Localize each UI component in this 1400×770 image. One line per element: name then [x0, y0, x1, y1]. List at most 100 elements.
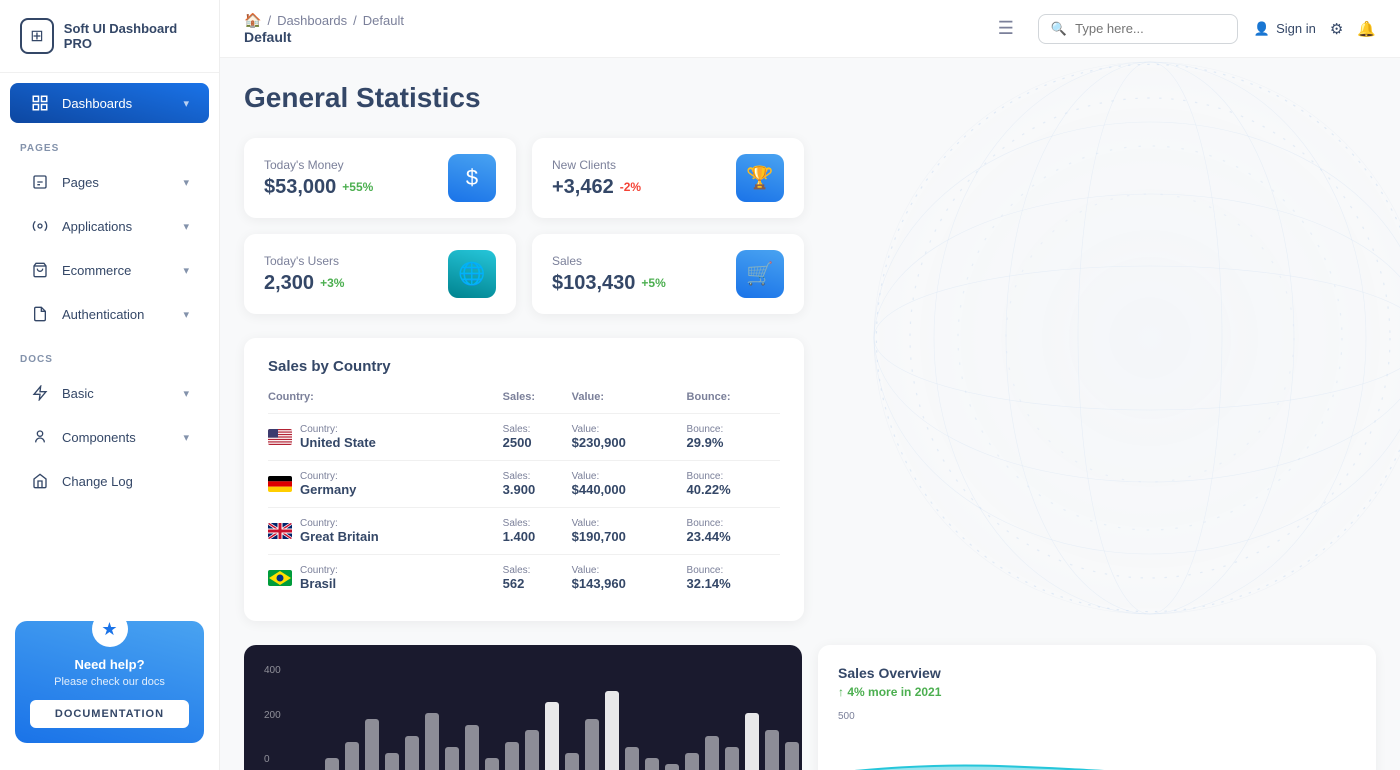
- sidebar-item-applications[interactable]: Applications ▾: [10, 206, 209, 246]
- docs-section-label: DOCS: [0, 336, 219, 371]
- stat-icon-money: $: [448, 154, 496, 202]
- chevron-down-icon: ▾: [183, 97, 189, 110]
- sidebar-item-changelog[interactable]: Change Log: [10, 461, 209, 501]
- search-icon: 🔍: [1051, 21, 1067, 37]
- sidebar-item-label-basic: Basic: [62, 386, 94, 401]
- sidebar-item-label-changelog: Change Log: [62, 474, 133, 489]
- sales-line-chart: [244, 751, 1376, 770]
- bounce-cell-de: Bounce: 40.22%: [687, 461, 780, 508]
- country-table-header: Country: Sales: Value: Bounce:: [268, 391, 780, 414]
- help-subtitle: Please check our docs: [30, 676, 189, 688]
- applications-icon: [30, 216, 50, 236]
- stat-change-sales: +5%: [641, 276, 665, 290]
- topbar-actions: 👤 Sign in ⚙ 🔔: [1254, 20, 1376, 38]
- sidebar-item-label-dashboards: Dashboards: [62, 96, 132, 111]
- sidebar-item-basic[interactable]: Basic ▾: [10, 373, 209, 413]
- stat-card-sales: Sales $103,430 +5% 🛒: [532, 234, 804, 314]
- col-bounce: Bounce:: [687, 391, 780, 414]
- dashboards-icon: [30, 93, 50, 113]
- sales-cell-us: Sales: 2500: [503, 414, 572, 461]
- stat-label-clients: New Clients: [552, 158, 641, 172]
- stat-card-clients: New Clients +3,462 -2% 🏆: [532, 138, 804, 218]
- stat-icon-clients: 🏆: [736, 154, 784, 202]
- stat-card-money: Today's Money $53,000 +55% $: [244, 138, 516, 218]
- stat-value-clients: +3,462 -2%: [552, 176, 641, 199]
- page-title: Default: [244, 29, 404, 45]
- main-area: 🏠 / Dashboards / Default Default ☰ 🔍 👤 S…: [220, 0, 1400, 770]
- hamburger-icon[interactable]: ☰: [998, 18, 1014, 39]
- chevron-down-icon-comp: ▾: [183, 431, 189, 444]
- col-value: Value:: [572, 391, 687, 414]
- sales-by-country-card: Sales by Country Country: Sales: Value: …: [244, 338, 804, 621]
- sidebar-item-pages[interactable]: Pages ▾: [10, 162, 209, 202]
- col-sales: Sales:: [503, 391, 572, 414]
- help-title: Need help?: [30, 657, 189, 672]
- breadcrumb-dashboards[interactable]: Dashboards: [277, 13, 347, 28]
- general-statistics-heading: General Statistics: [244, 82, 1376, 114]
- sidebar-item-authentication[interactable]: Authentication ▾: [10, 294, 209, 334]
- country-cell-br: Country:Brasil: [268, 555, 503, 602]
- sidebar-item-label-auth: Authentication: [62, 307, 144, 322]
- sidebar-item-components[interactable]: Components ▾: [10, 417, 209, 457]
- notifications-icon[interactable]: 🔔: [1357, 20, 1376, 38]
- country-cell-gb: Country:Great Britain: [268, 508, 503, 555]
- content-area: /* dots added via circle elements */ Gen…: [220, 58, 1400, 770]
- content-inner: General Statistics Today's Money $53,000…: [244, 82, 1376, 770]
- logo-icon: ⊞: [20, 18, 54, 54]
- chevron-down-icon-basic: ▾: [183, 387, 189, 400]
- documentation-button[interactable]: DOCUMENTATION: [30, 700, 189, 728]
- user-icon: 👤: [1254, 21, 1270, 37]
- sidebar-item-label-components: Components: [62, 430, 136, 445]
- breadcrumb: 🏠 / Dashboards / Default: [244, 12, 404, 29]
- breadcrumb-sep1: /: [267, 13, 271, 28]
- chevron-down-icon-auth: ▾: [183, 308, 189, 321]
- sales-overview-title: Sales Overview: [838, 665, 1356, 681]
- sales-cell-de: Sales: 3.900: [503, 461, 572, 508]
- sidebar-item-label-applications: Applications: [62, 219, 132, 234]
- sidebar-item-label-pages: Pages: [62, 175, 99, 190]
- sales-overview-card: Sales Overview ↑ 4% more in 2021 500 400: [818, 645, 1376, 770]
- search-box: 🔍: [1038, 14, 1238, 44]
- table-row: Country:Germany Sales: 3.900 Value: $440…: [268, 461, 780, 508]
- sales-cell-br: Sales: 562: [503, 555, 572, 602]
- breadcrumb-section: 🏠 / Dashboards / Default Default: [244, 12, 404, 45]
- search-input[interactable]: [1075, 21, 1215, 36]
- country-label-br: Country:Brasil: [300, 565, 338, 591]
- components-icon: [30, 427, 50, 447]
- sales-cell-gb: Sales: 1.400: [503, 508, 572, 555]
- app-name: Soft UI Dashboard PRO: [64, 21, 199, 51]
- value-cell-gb: Value: $190,700: [572, 508, 687, 555]
- country-table: Country: Sales: Value: Bounce:: [268, 391, 780, 601]
- sidebar-item-label-ecommerce: Ecommerce: [62, 263, 131, 278]
- stat-label-money: Today's Money: [264, 158, 373, 172]
- changelog-icon: [30, 471, 50, 491]
- help-star-icon: ★: [92, 611, 128, 647]
- stat-label-users: Today's Users: [264, 254, 344, 268]
- ecommerce-icon: [30, 260, 50, 280]
- bottom-charts: 400 200 0 Sales Overview ↑ 4% more in 20…: [244, 645, 1376, 770]
- home-icon: 🏠: [244, 12, 261, 29]
- sidebar-item-ecommerce[interactable]: Ecommerce ▾: [10, 250, 209, 290]
- help-card: ★ Need help? Please check our docs DOCUM…: [15, 621, 204, 743]
- stat-card-users: Today's Users 2,300 +3% 🌐: [244, 234, 516, 314]
- table-row: Country:Great Britain Sales: 1.400 Value…: [268, 508, 780, 555]
- signin-button[interactable]: 👤 Sign in: [1254, 21, 1316, 37]
- stat-icon-users: 🌐: [448, 250, 496, 298]
- country-cell-de: Country:Germany: [268, 461, 503, 508]
- pages-icon: [30, 172, 50, 192]
- pages-section-label: PAGES: [0, 125, 219, 160]
- sidebar-logo: ⊞ Soft UI Dashboard PRO: [0, 0, 219, 73]
- sales-country-title: Sales by Country: [268, 358, 780, 375]
- authentication-icon: [30, 304, 50, 324]
- bounce-cell-br: Bounce: 32.14%: [687, 555, 780, 602]
- country-label-gb: Country:Great Britain: [300, 518, 379, 544]
- stat-change-users: +3%: [320, 276, 344, 290]
- stat-value-sales: $103,430 +5%: [552, 272, 666, 295]
- bounce-cell-gb: Bounce: 23.44%: [687, 508, 780, 555]
- bounce-cell-us: Bounce: 29.9%: [687, 414, 780, 461]
- stat-change-clients: -2%: [620, 180, 641, 194]
- settings-icon[interactable]: ⚙: [1330, 20, 1343, 38]
- chevron-down-icon-apps: ▾: [183, 220, 189, 233]
- sidebar-item-dashboards[interactable]: Dashboards ▾: [10, 83, 209, 123]
- stat-value-users: 2,300 +3%: [264, 272, 344, 295]
